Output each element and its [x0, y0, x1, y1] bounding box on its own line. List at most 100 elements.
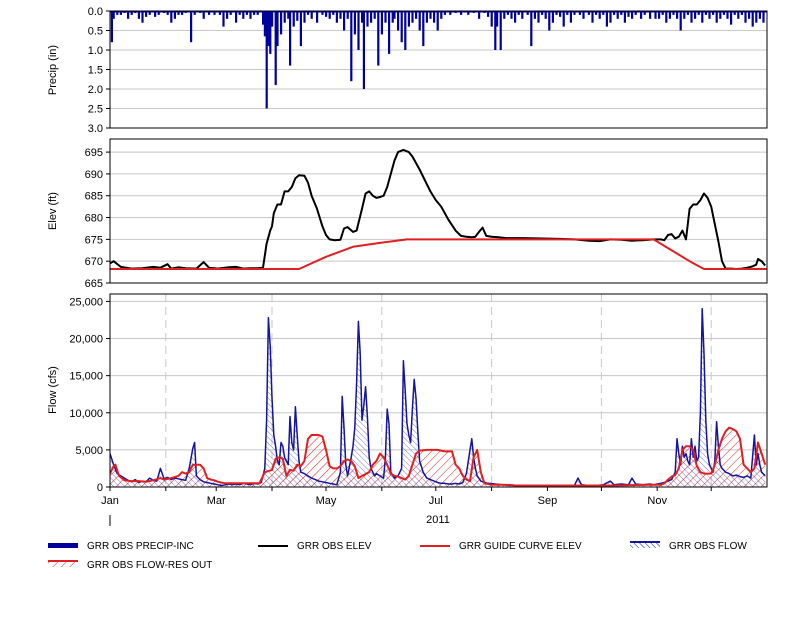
x-axis-year-label: 2011 [426, 514, 450, 526]
precip-bar [562, 11, 565, 27]
precip-yticks: 0.0 0.5 1.0 1.5 2.0 2.5 3.0 [88, 6, 110, 135]
precip-bar [514, 11, 517, 23]
elev-gridlines [110, 151, 767, 262]
precip-bar [388, 11, 391, 54]
precip-bar [384, 11, 387, 23]
precip-bar [499, 11, 502, 50]
precip-bar [357, 11, 360, 50]
flow-series [110, 308, 767, 487]
flow-ytick-label: 25,000 [69, 296, 103, 308]
precip-bar [235, 11, 238, 23]
precip-bar [280, 11, 283, 35]
precip-bar [548, 11, 551, 31]
precip-ytick-label: 1.0 [88, 45, 103, 57]
precip-bar [679, 11, 682, 31]
precip-bar [404, 11, 407, 50]
x-tick-label: Jan [101, 495, 119, 507]
legend-item: GRR OBS FLOW-RES OUT [48, 560, 212, 571]
precip-bar [303, 11, 306, 23]
precip-bar [496, 11, 499, 27]
precip-bar [665, 11, 668, 23]
precip-ytick-label: 3.0 [88, 123, 103, 135]
precip-bar [397, 11, 400, 31]
precip-bar [170, 11, 173, 23]
precip-bar [353, 11, 356, 35]
precip-bar [751, 11, 754, 27]
elev-ytick-label: 695 [85, 147, 103, 159]
precip-ylabel: Precip (in) [47, 45, 59, 95]
precip-gridlines [110, 30, 767, 109]
elev-ylabel: Elev (ft) [47, 192, 59, 230]
x-tick-label: Sep [538, 495, 558, 507]
precip-bar [436, 11, 439, 31]
elev-ytick-label: 670 [85, 256, 103, 268]
precip-bar [366, 11, 369, 27]
precip-bar [222, 11, 225, 27]
precip-bar [407, 11, 410, 27]
precip-bar [299, 11, 302, 47]
precip-ytick-label: 0.0 [88, 6, 103, 18]
precip-bar [190, 11, 193, 43]
precip-bar [335, 11, 338, 23]
x-axis: 2011 Jan Mar May Jul Sep Nov [101, 487, 712, 526]
precip-bar [715, 11, 718, 23]
precip-bar [362, 11, 365, 89]
precip-panel: 0.0 0.5 1.0 1.5 2.0 2.5 3.0 Precip (in) [47, 6, 768, 135]
precip-bar [418, 11, 421, 31]
precip-bar [530, 11, 533, 47]
flow-yticks: 0 5,000 10,000 15,000 20,000 25,000 [69, 296, 110, 494]
precip-bar [370, 11, 373, 23]
elev-lines [110, 148, 767, 270]
legend-swatch-precip [48, 543, 78, 548]
precip-bar [400, 11, 403, 43]
precip-ytick-label: 1.5 [88, 65, 103, 77]
precip-bar [271, 11, 274, 27]
flow-ytick-label: 20,000 [69, 334, 103, 346]
precip-bar [569, 11, 572, 23]
precip-bar [289, 11, 292, 66]
precip-bar [433, 11, 436, 23]
flow-ylabel: Flow (cfs) [47, 366, 59, 414]
precip-bar [730, 11, 733, 25]
precip-bar [283, 11, 286, 23]
precip-bar [490, 11, 493, 27]
precip-bar [343, 11, 346, 31]
precip-bar [605, 11, 608, 27]
precip-bar [276, 11, 279, 47]
precip-bar [755, 11, 758, 23]
precip-bars [110, 11, 767, 109]
precip-bar [701, 11, 704, 23]
legend-label: GRR OBS FLOW-RES OUT [87, 560, 212, 571]
precip-ytick-label: 2.0 [88, 84, 103, 96]
precip-bar [551, 11, 554, 23]
elev-ytick-label: 685 [85, 191, 103, 203]
flow-ytick-label: 10,000 [69, 408, 103, 420]
precip-bar [609, 11, 612, 23]
flow-panel: 0 5,000 10,000 15,000 20,000 25,000 Flow (cfs… [47, 293, 768, 494]
precip-bar [141, 11, 144, 23]
precip-bar [690, 11, 693, 23]
precip-bar [762, 11, 765, 23]
precip-ytick-label: 2.5 [88, 104, 103, 116]
x-tick-label: Jul [429, 495, 443, 507]
flow-ytick-label: 5,000 [75, 445, 103, 457]
legend-item: GRR GUIDE CURVE ELEV [420, 541, 582, 552]
elev-ytick-label: 680 [85, 213, 103, 225]
precip-bar [380, 11, 383, 35]
precip-bar [744, 11, 747, 23]
legend-item: GRR OBS PRECIP-INC [48, 541, 194, 552]
hydrograph-chart: 0.0 0.5 1.0 1.5 2.0 2.5 3.0 Precip (in) 665 670… [47, 6, 768, 571]
elev-ytick-label: 675 [85, 234, 103, 246]
precip-ytick-label: 0.5 [88, 26, 103, 38]
legend-item: GRR OBS FLOW [630, 541, 747, 552]
legend-label: GRR GUIDE CURVE ELEV [459, 541, 582, 552]
precip-bar [422, 11, 425, 47]
legend: GRR OBS PRECIP-INC GRR OBS ELEV GRR GUIDE … [48, 541, 747, 571]
precip-bar [411, 11, 414, 23]
precip-bar [537, 11, 540, 23]
precip-bar [350, 11, 353, 82]
x-tick-label: Nov [647, 495, 667, 507]
elev-ytick-label: 690 [85, 169, 103, 181]
x-tick-label: Mar [207, 495, 226, 507]
precip-bar [425, 11, 428, 23]
